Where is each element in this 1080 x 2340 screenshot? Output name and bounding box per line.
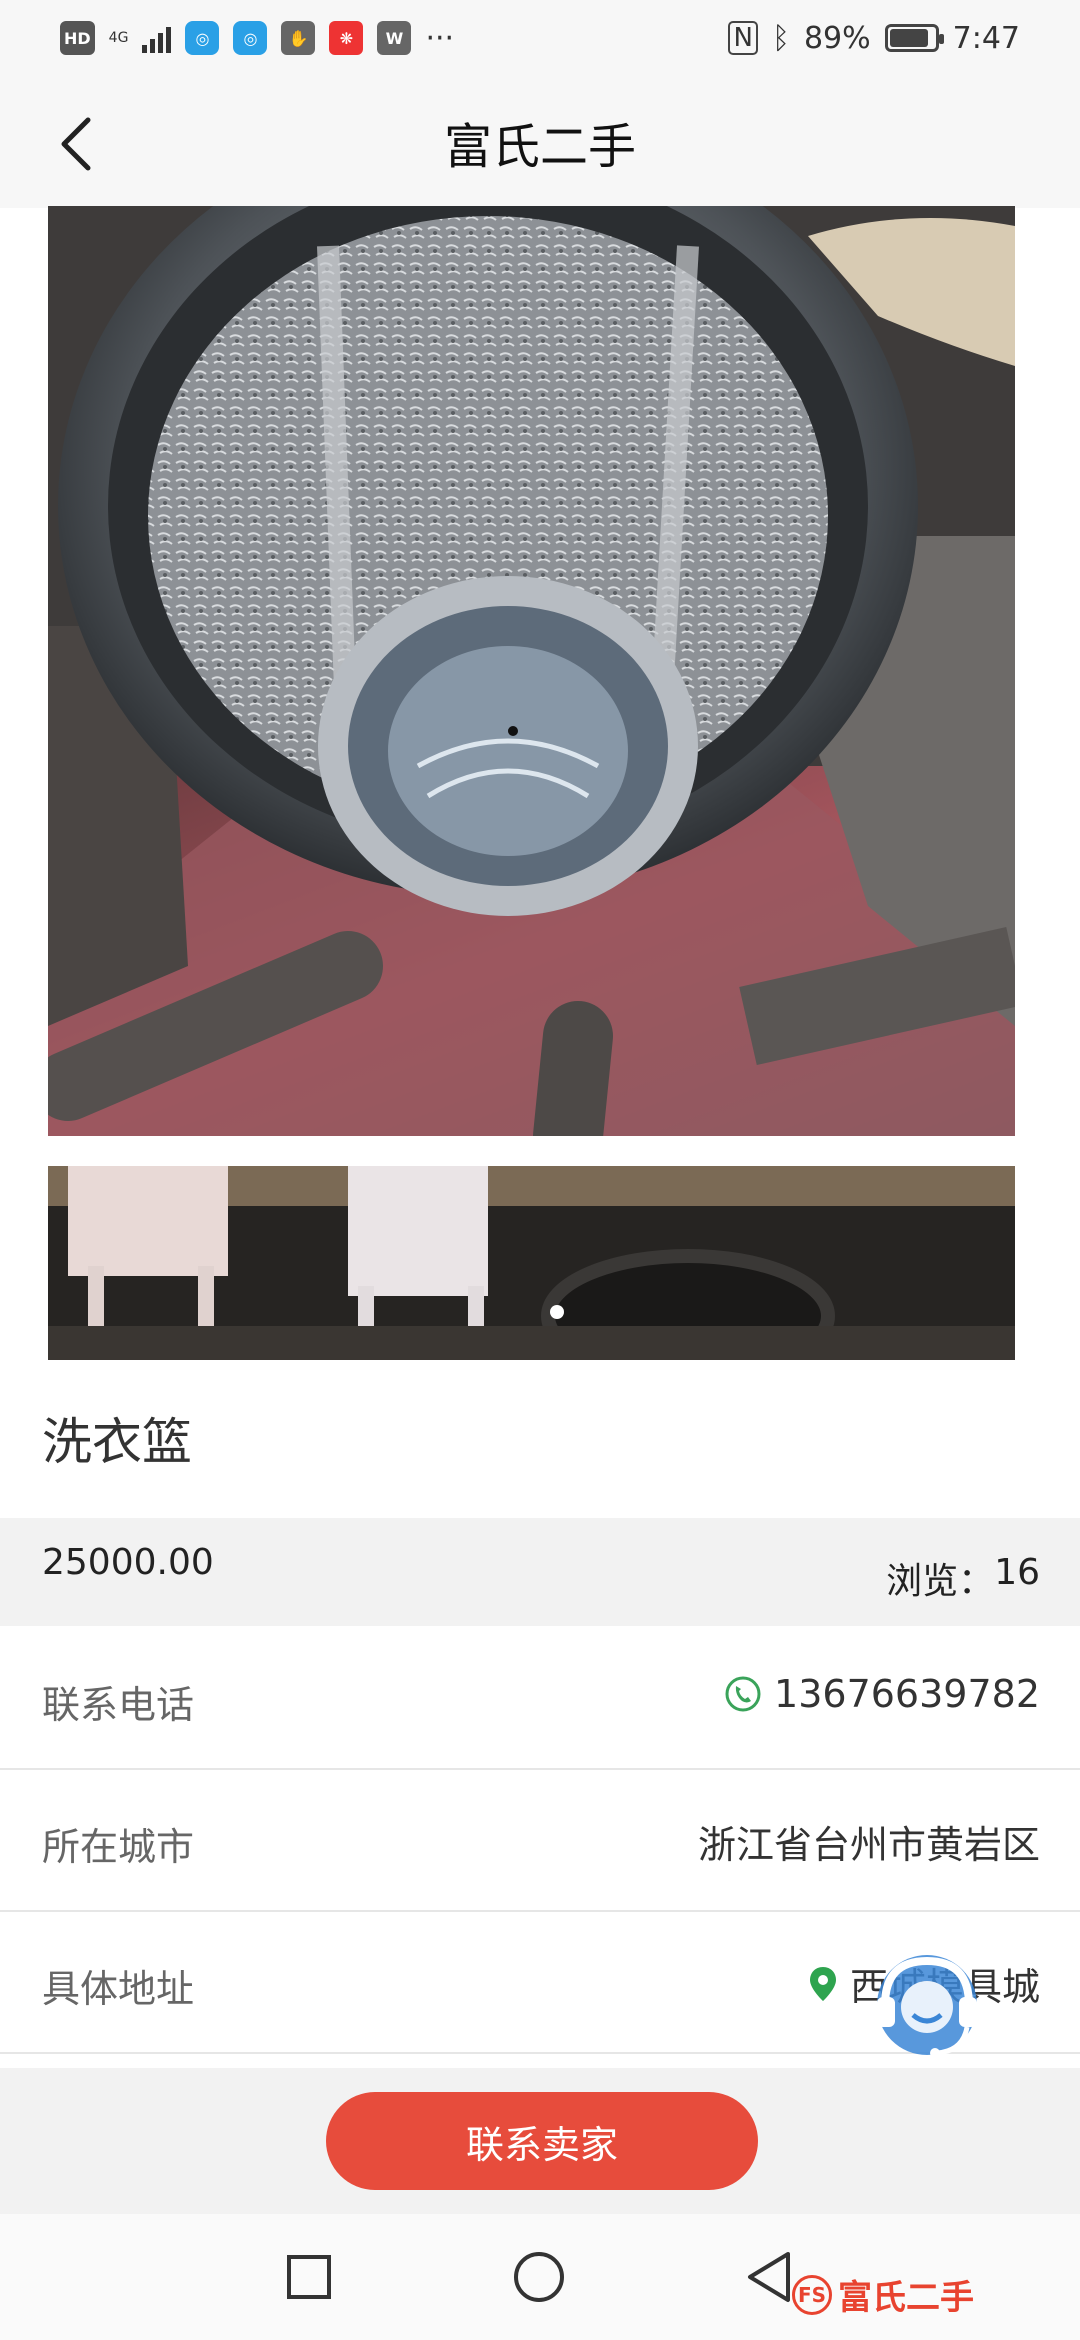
customer-service-icon xyxy=(877,1955,977,2058)
phone-number[interactable]: 13676639782 xyxy=(774,1672,1040,1716)
signal-icon xyxy=(142,23,172,53)
city-label: 所在城市 xyxy=(42,1825,195,1869)
phone-value[interactable]: 13676639782 xyxy=(724,1672,1040,1716)
phone-icon xyxy=(725,1676,761,1712)
square-icon xyxy=(287,2255,331,2299)
action-bar: 联系卖家 xyxy=(0,2068,1080,2214)
network-type: 4G xyxy=(108,30,129,46)
product-photo xyxy=(48,206,1015,1360)
city-value: 浙江省台州市黄岩区 xyxy=(697,1823,1040,1867)
triangle-back-icon xyxy=(748,2252,790,2302)
phone-row[interactable]: 联系电话 13676639782 xyxy=(0,1628,1080,1770)
views-number: 16 xyxy=(994,1552,1040,1593)
view-count: 浏览： 16 xyxy=(886,1552,1040,1604)
hand-icon: ✋ xyxy=(281,21,316,55)
status-left: HD 4G ◎ ◎ ✋ ❋ W ··· xyxy=(60,21,454,56)
overflow-icon: ··· xyxy=(425,20,455,56)
app-icon: ◎ xyxy=(233,21,268,55)
product-name: 洗衣篮 xyxy=(42,1413,192,1471)
battery-percent: 89% xyxy=(803,20,871,56)
app-header: 富氏二手 xyxy=(0,76,1080,208)
image-carousel[interactable] xyxy=(48,206,1015,1360)
watermark-logo: FS xyxy=(792,2274,832,2315)
status-bar: HD 4G ◎ ◎ ✋ ❋ W ··· N ᛒ 89% 7:47 xyxy=(0,0,1080,76)
hd-icon: HD xyxy=(60,21,95,55)
bluetooth-icon: ᛒ xyxy=(771,20,790,56)
battery-icon xyxy=(884,24,944,52)
price-bar: 25000.00 浏览： 16 xyxy=(0,1518,1080,1626)
city-row: 所在城市 浙江省台州市黄岩区 xyxy=(0,1770,1080,1912)
home-button[interactable] xyxy=(506,2244,572,2310)
price: 25000.00 xyxy=(42,1542,214,1583)
location-pin-icon xyxy=(809,1966,836,2001)
address-label: 具体地址 xyxy=(42,1967,195,2011)
phone-label: 联系电话 xyxy=(42,1683,195,1727)
page-title: 富氏二手 xyxy=(443,119,636,175)
app-icon: ◎ xyxy=(185,21,220,55)
circle-icon xyxy=(514,2252,564,2302)
contact-seller-button[interactable]: 联系卖家 xyxy=(326,2092,758,2190)
nfc-icon: N xyxy=(728,21,758,55)
carousel-indicator-dot xyxy=(550,1305,564,1319)
wps-icon: W xyxy=(377,21,412,55)
watermark: FS 富氏二手 xyxy=(792,2270,974,2319)
views-label: 浏览： xyxy=(886,1561,995,1602)
watermark-text: 富氏二手 xyxy=(838,2278,974,2318)
recent-apps-button[interactable] xyxy=(276,2244,342,2310)
clock: 7:47 xyxy=(952,20,1020,56)
chevron-left-icon xyxy=(61,117,91,171)
lucky-icon: ❋ xyxy=(329,21,364,55)
back-button[interactable] xyxy=(36,104,116,184)
status-right: N ᛒ 89% 7:47 xyxy=(728,21,1020,56)
